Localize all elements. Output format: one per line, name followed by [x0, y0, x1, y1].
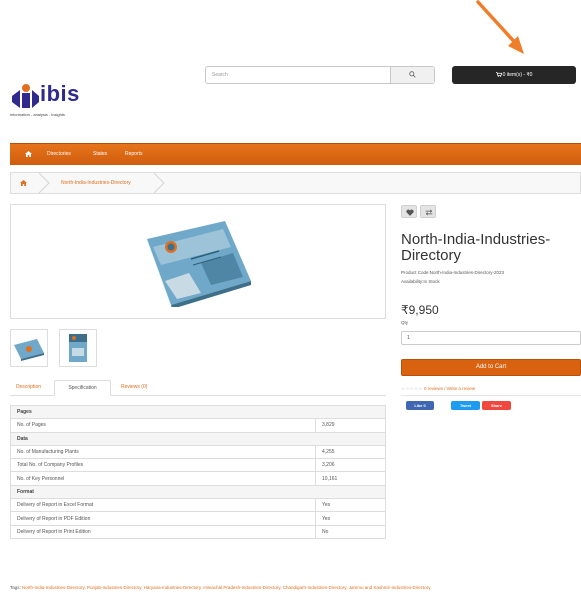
tab-reviews[interactable]: Reviews (0): [121, 380, 147, 396]
spec-value: Yes: [315, 511, 386, 526]
spec-value: 3,206: [315, 458, 386, 473]
product-code: Product Code:North-India-Industries-Dire…: [401, 270, 505, 275]
tags-label: Tags:: [10, 585, 21, 590]
breadcrumb-separator: [38, 173, 50, 193]
search-icon: [409, 71, 416, 78]
product-thumbnail[interactable]: [59, 329, 97, 367]
compare-button[interactable]: [420, 205, 436, 218]
wishlist-button[interactable]: [401, 205, 417, 218]
cart-icon: [495, 72, 502, 78]
nav-item-directories[interactable]: Directories: [47, 151, 71, 157]
product-thumbnail[interactable]: [10, 329, 48, 367]
spec-value: No: [315, 524, 386, 539]
quantity-input[interactable]: [401, 331, 581, 345]
table-row: Delivery of Report in Print Edition No: [10, 524, 386, 539]
book-cover-image: [147, 221, 251, 307]
table-section-header: Format: [10, 484, 386, 500]
availability: Availability:In Stock: [401, 279, 440, 284]
section-title: Data: [10, 431, 386, 446]
breadcrumb-separator: [153, 173, 165, 193]
breadcrumb: North-India-Industries-Directory: [10, 172, 581, 194]
compare-icon: [425, 209, 433, 216]
product-title-line: North-India-Industries-: [401, 231, 551, 248]
add-to-cart-button[interactable]: Add to Cart: [401, 359, 581, 376]
nav-item-states[interactable]: States: [93, 151, 107, 157]
spec-label: No. of Pages: [10, 418, 316, 433]
spec-value: 10,161: [315, 471, 386, 486]
product-tabs: Description Specification Reviews (0): [10, 376, 386, 396]
reviews-link[interactable]: 0 reviews / Write a review: [424, 386, 475, 391]
share-button[interactable]: Share: [482, 401, 511, 410]
nav-item-reports[interactable]: Reports: [125, 151, 143, 157]
share-label: Share: [490, 403, 503, 408]
specification-table: Pages No. of Pages 3,829 Data No. of Man…: [10, 404, 386, 539]
thumbnail-image: [69, 334, 87, 362]
table-row: Total No. of Company Profiles 3,206: [10, 458, 386, 473]
cart-button[interactable]: 0 item(s) - ₹0: [452, 66, 576, 84]
table-section-header: Data: [10, 431, 386, 446]
spec-value: 3,829: [315, 418, 386, 433]
search-button[interactable]: [390, 67, 434, 83]
tweet-button[interactable]: Tweet: [451, 401, 480, 410]
spec-label: No. of Key Personnel: [10, 471, 316, 486]
heart-icon: [406, 209, 414, 216]
table-row: Delivery of Report in PDF Edition Yes: [10, 511, 386, 526]
spec-label: Delivery of Report in Excel Format: [10, 498, 316, 513]
breadcrumb-current[interactable]: North-India-Industries-Directory: [61, 180, 131, 186]
product-title: North-India-Industries- Directory: [401, 232, 581, 264]
spec-label: Delivery of Report in Print Edition: [10, 524, 316, 539]
spec-label: No. of Manufacturing Plants: [10, 444, 316, 460]
annotation-arrow: [476, 0, 524, 54]
star-rating-icon: ☆☆☆☆☆: [401, 386, 423, 391]
divider: [401, 395, 581, 396]
table-row: Delivery of Report in Excel Format Yes: [10, 498, 386, 513]
product-title-line: Directory: [401, 247, 462, 264]
spec-value: 4,255: [315, 444, 386, 460]
qty-label: Qty: [401, 320, 409, 325]
ibis-logo[interactable]: ibis information - analysis - insights: [10, 81, 105, 122]
section-title: Pages: [10, 404, 386, 420]
tab-description[interactable]: Description: [16, 380, 41, 396]
spec-label: Delivery of Report in PDF Edition: [10, 511, 316, 526]
thumbnail-image: [14, 339, 44, 361]
spec-label: Total No. of Company Profiles: [10, 458, 316, 473]
logo-icon: [12, 84, 39, 108]
section-title: Format: [10, 484, 386, 500]
search-input[interactable]: [206, 67, 392, 83]
spec-value: Yes: [315, 498, 386, 513]
rating: ☆☆☆☆☆ 0 reviews / Write a review: [401, 386, 475, 392]
logo-tagline: information - analysis - insights: [10, 112, 65, 117]
table-row: No. of Manufacturing Plants 4,255: [10, 444, 386, 460]
logo-wordmark: ibis: [40, 81, 80, 106]
product-price: ₹9,950: [401, 303, 439, 317]
product-tags: Tags: North-India-Industries-Directory, …: [10, 585, 581, 590]
home-icon[interactable]: [20, 180, 27, 186]
product-main-image[interactable]: [10, 204, 386, 319]
tab-specification[interactable]: Specification: [54, 380, 111, 396]
search-box: [205, 66, 435, 84]
tweet-label: Tweet: [459, 403, 472, 408]
facebook-like-button[interactable]: Like 0: [406, 401, 434, 410]
table-section-header: Pages: [10, 404, 386, 420]
table-row: No. of Key Personnel 10,161: [10, 471, 386, 486]
main-nav: Directories States Reports: [10, 143, 581, 165]
like-label: Like 0: [414, 403, 426, 408]
table-row: No. of Pages 3,829: [10, 418, 386, 433]
cart-label: 0 item(s) - ₹0: [502, 72, 533, 78]
home-icon[interactable]: [25, 151, 32, 157]
tags-links[interactable]: North-India-Industries-Directory, Punjab…: [22, 585, 430, 590]
